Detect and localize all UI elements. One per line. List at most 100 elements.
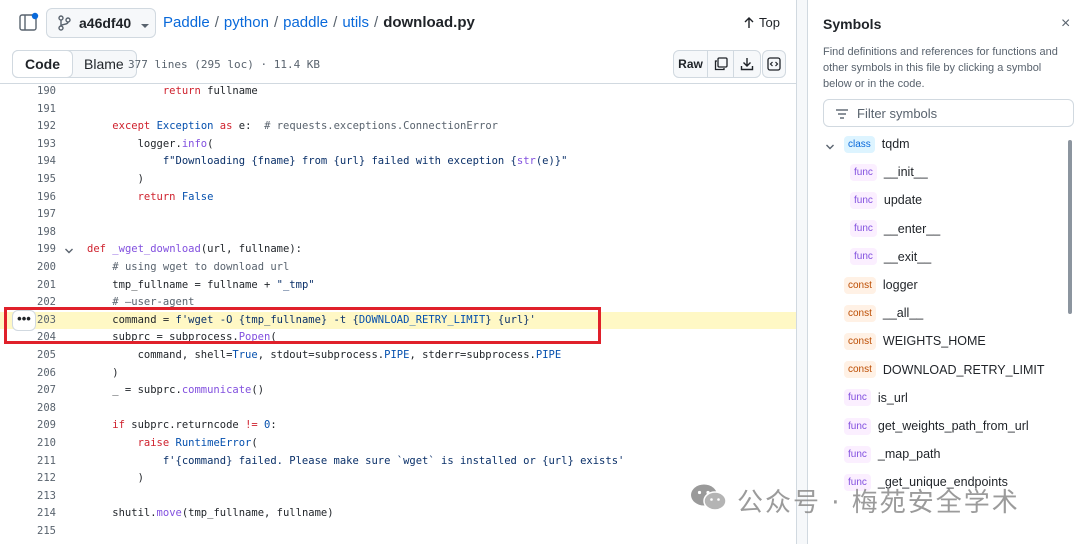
line-number[interactable]: 214 <box>0 505 56 523</box>
code-line: 200 # using wget to download url <box>0 259 796 277</box>
code-line: 212 ) <box>0 470 796 488</box>
breadcrumb-separator: / <box>333 14 338 31</box>
line-number[interactable]: 215 <box>0 523 56 541</box>
download-icon <box>740 58 754 71</box>
line-number[interactable]: 199 <box>0 241 56 259</box>
code-text: ) <box>87 472 144 485</box>
symbol-name: _map_path <box>877 447 941 462</box>
symbol-kind-badge: func <box>850 163 877 181</box>
symbol-item-exit[interactable]: func __exit__ <box>850 247 931 267</box>
code-line: 210 raise RuntimeError( <box>0 435 796 453</box>
line-number[interactable]: 195 <box>0 171 56 189</box>
symbol-item-init[interactable]: func __init__ <box>850 162 928 182</box>
code-panel: a46df40 Paddle / python / paddle / utils / downl… <box>0 0 796 544</box>
symbol-item-weightshome[interactable]: const WEIGHTS_HOME <box>844 331 986 351</box>
code-text: _ = subprc.communicate() <box>87 384 265 397</box>
symbol-item-tqdm[interactable]: class tqdm <box>844 134 910 154</box>
tab-blame[interactable]: Blame <box>72 51 136 77</box>
code-text: f'{command} failed. Please make sure `wg… <box>162 454 625 467</box>
code-line: 190 return fullname <box>0 84 796 101</box>
symbols-panel: Symbols × Find definitions and reference… <box>808 0 1080 544</box>
symbol-name: DOWNLOAD_RETRY_LIMIT <box>882 362 1045 377</box>
line-number[interactable]: 209 <box>0 417 56 435</box>
symbol-item-getweightspathfromurl[interactable]: func get_weights_path_from_url <box>844 416 1029 436</box>
code-text: except Exception as e: # requests.except… <box>112 120 498 133</box>
copy-button[interactable] <box>708 51 734 77</box>
line-number[interactable]: 190 <box>0 84 56 101</box>
symbol-item-all[interactable]: const __all__ <box>844 303 923 323</box>
filter-icon <box>835 107 849 119</box>
symbol-name: get_weights_path_from_url <box>877 419 1029 433</box>
symbol-name: is_url <box>877 390 908 405</box>
breadcrumb-link-python[interactable]: python <box>224 14 269 31</box>
branch-name: a46df40 <box>79 15 132 31</box>
top-link[interactable]: Top <box>744 15 780 30</box>
red-annotation-box <box>4 307 601 344</box>
line-number[interactable]: 194 <box>0 153 56 171</box>
symbol-kind-badge: func <box>850 220 877 238</box>
panel-divider[interactable] <box>796 0 808 544</box>
code-text: logger.info( <box>87 137 214 150</box>
git-branch-icon <box>57 15 71 31</box>
symbols-panel-toggle[interactable] <box>762 50 786 78</box>
download-button[interactable] <box>734 51 760 77</box>
code-square-icon <box>767 57 781 71</box>
symbol-item-isurl[interactable]: func is_url <box>844 388 908 408</box>
close-icon[interactable]: × <box>1061 16 1070 32</box>
line-number[interactable]: 198 <box>0 224 56 242</box>
code-text: ) <box>87 173 144 185</box>
line-number[interactable]: 192 <box>0 118 56 136</box>
chevron-down-icon <box>140 18 150 28</box>
symbols-description: Find definitions and references for func… <box>823 46 1058 90</box>
code-text: if subprc.returncode != 0: <box>112 419 277 432</box>
branch-selector-button[interactable]: a46df40 <box>46 8 156 38</box>
line-number[interactable]: 193 <box>0 136 56 154</box>
line-number[interactable]: 205 <box>0 347 56 365</box>
watermark: 公众号 · 梅苑安全学术 <box>689 482 1049 518</box>
symbols-scrollbar[interactable] <box>1068 140 1072 314</box>
symbol-item-downloadretrylimit[interactable]: const DOWNLOAD_RETRY_LIMIT <box>844 360 1045 380</box>
code-line: 208 <box>0 400 796 418</box>
filter-symbols-field[interactable] <box>823 99 1074 127</box>
line-number[interactable]: 213 <box>0 488 56 506</box>
line-number[interactable]: 208 <box>0 400 56 418</box>
watermark-text: 公众号 · 梅苑安全学术 <box>737 487 1020 518</box>
sidebar-expand-icon[interactable] <box>18 11 40 33</box>
symbols-title: Symbols <box>823 16 882 32</box>
line-number[interactable]: 196 <box>0 189 56 207</box>
code-line: 206 ) <box>0 365 796 383</box>
line-number[interactable]: 206 <box>0 365 56 383</box>
chevron-down-icon[interactable] <box>825 139 835 150</box>
code-view[interactable]: 190 return fullname 191 192 except Excepti… <box>0 84 796 544</box>
symbol-item-logger[interactable]: const logger <box>844 275 918 295</box>
line-number[interactable]: 197 <box>0 206 56 224</box>
symbol-item-update[interactable]: func update <box>850 190 922 210</box>
symbol-item-mappath[interactable]: func _map_path <box>844 444 940 464</box>
breadcrumb-separator: / <box>214 14 219 31</box>
filter-symbols-input[interactable] <box>857 105 1067 121</box>
breadcrumb-link-paddle[interactable]: Paddle <box>163 14 210 31</box>
line-number[interactable]: 211 <box>0 453 56 471</box>
code-line: 197 <box>0 206 796 224</box>
code-text: raise RuntimeError( <box>137 437 258 449</box>
line-number[interactable]: 212 <box>0 470 56 488</box>
code-line: 209 if subprc.returncode != 0: <box>0 417 796 435</box>
fold-chevron-icon[interactable] <box>64 245 74 255</box>
line-number[interactable]: 210 <box>0 435 56 453</box>
arrow-up-icon <box>744 16 754 28</box>
breadcrumb-link-utils[interactable]: utils <box>342 14 369 31</box>
symbol-name: __all__ <box>882 306 924 321</box>
tab-code[interactable]: Code <box>12 50 73 78</box>
raw-button[interactable]: Raw <box>674 51 708 77</box>
line-number[interactable]: 200 <box>0 259 56 277</box>
line-number[interactable]: 191 <box>0 101 56 119</box>
line-number[interactable]: 201 <box>0 277 56 295</box>
breadcrumb-link-paddle-pkg[interactable]: paddle <box>283 14 328 31</box>
code-line: 193 logger.info( <box>0 136 796 154</box>
view-switcher: Code Blame <box>12 50 137 78</box>
line-number[interactable]: 207 <box>0 382 56 400</box>
symbol-name: WEIGHTS_HOME <box>882 334 986 349</box>
code-text: return False <box>137 190 214 203</box>
symbol-item-enter[interactable]: func __enter__ <box>850 219 940 239</box>
copy-icon <box>714 57 728 71</box>
